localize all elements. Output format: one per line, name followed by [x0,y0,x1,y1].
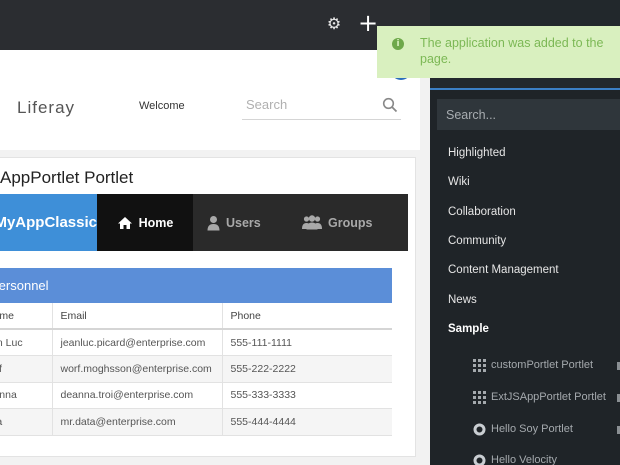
home-icon [117,216,132,229]
app-item-label: Hello Velocity [491,454,558,465]
toast-message: The application was added to the page. [420,36,604,66]
app-item-label: Hello Soy Portlet [491,423,573,435]
site-logo[interactable]: Liferay [17,98,75,118]
app-item[interactable]: ExtJSAppPortlet Portlet [473,389,606,405]
nav-groups-label: Groups [328,215,373,230]
personnel-panel-title: Personnel [0,268,392,303]
cell-phone: 555-444-4444 [222,408,392,436]
table-header-row: Name Email Phone [0,303,392,330]
cell-phone: 555-111-1111 [222,329,392,356]
top-toolbar: ⚙ + [0,0,430,50]
app-item[interactable]: customPortlet Portlet [473,357,593,373]
table-row[interactable]: Worf worf.moghsson@enterprise.com 555-22… [0,355,392,383]
column-header-phone[interactable]: Phone [222,303,392,330]
search-icon[interactable] [382,97,398,113]
cell-email: jeanluc.picard@enterprise.com [52,329,223,356]
cell-name: Deanna [0,382,53,409]
cell-name: Jean Luc [0,329,53,356]
app-item[interactable]: Hello Velocity [473,452,557,465]
category-news[interactable]: News [448,294,477,306]
category-highlighted[interactable]: Highlighted [448,147,506,159]
category-content-management[interactable]: Content Management [448,264,559,276]
group-icon [302,215,322,230]
site-search [242,92,401,120]
user-icon [207,215,220,230]
circle-icon [473,423,486,435]
portlet-title: AppPortlet Portlet [0,168,134,187]
personnel-table: Name Email Phone Jean Luc jeanluc.picard… [0,303,392,436]
info-icon: i [392,38,404,50]
sidebar-search-input[interactable] [437,99,620,130]
cell-email: worf.moghsson@enterprise.com [52,355,223,383]
page-content: Liferay Welcome AppPortlet Portlet MyApp… [0,50,430,465]
app-item-label: ExtJSAppPortlet Portlet [491,391,606,403]
success-toast: i The application was added to the page. [377,26,620,78]
circle-icon [473,454,486,465]
cell-phone: 555-333-3333 [222,382,392,409]
app-portlet: AppPortlet Portlet MyAppClassic Home Use… [0,157,416,457]
cell-phone: 555-222-2222 [222,355,392,383]
grid-icon [473,358,486,372]
welcome-link[interactable]: Welcome [139,100,185,112]
gear-icon[interactable]: ⚙ [326,17,342,33]
cell-email: mr.data@enterprise.com [52,408,223,436]
nav-users[interactable]: Users [207,194,277,251]
column-header-email[interactable]: Email [52,303,223,330]
cell-email: deanna.troi@enterprise.com [52,382,223,409]
nav-home-label: Home [138,215,174,230]
app-item-label: customPortlet Portlet [491,359,594,371]
nav-groups[interactable]: Groups [302,194,382,251]
category-collaboration[interactable]: Collaboration [448,206,516,218]
plus-icon[interactable]: + [358,11,378,35]
category-wiki[interactable]: Wiki [448,176,470,188]
cell-name: Worf [0,355,53,383]
site-header: Liferay Welcome [0,50,420,150]
search-input[interactable] [246,97,376,112]
portlet-navbar: MyAppClassic Home Users Groups [0,194,408,251]
app-item[interactable]: Hello Soy Portlet [473,421,573,437]
table-row[interactable]: Data mr.data@enterprise.com 555-444-4444 [0,408,392,436]
category-sample[interactable]: Sample [448,323,489,335]
table-row[interactable]: Jean Luc jeanluc.picard@enterprise.com 5… [0,329,392,356]
grid-icon [473,390,486,404]
nav-users-label: Users [226,215,261,230]
nav-home[interactable]: Home [97,194,193,251]
category-community[interactable]: Community [448,235,506,247]
column-header-name[interactable]: Name [0,303,53,330]
cell-name: Data [0,408,53,436]
brand-label[interactable]: MyAppClassic [0,194,97,251]
table-row[interactable]: Deanna deanna.troi@enterprise.com 555-33… [0,382,392,409]
